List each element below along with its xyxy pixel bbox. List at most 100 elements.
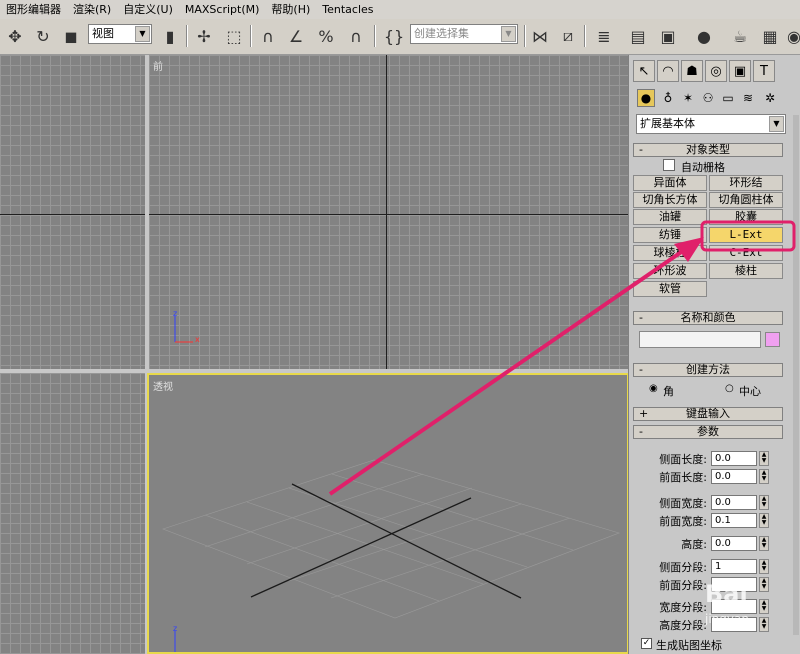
percent-snap-icon[interactable]: %	[314, 24, 338, 48]
display-tab-icon[interactable]: ▣	[729, 60, 751, 82]
spinner-icon[interactable]: ▲ ▼	[759, 617, 769, 632]
render-setup-icon[interactable]: ☕	[728, 24, 752, 48]
spinner-icon[interactable]: ▲ ▼	[759, 513, 769, 528]
axis-tripod-icon: z	[173, 625, 177, 653]
layer-manager-icon[interactable]: ≣	[592, 24, 616, 48]
main-toolbar: ✥ ↻ ◼ 视图 ▼ ▮ ✢ ⬚ ∩ ∠ % ∩ {} 创建选择集 ▼ ⋈ ⧄ …	[0, 19, 800, 55]
oiltank-button[interactable]: 油罐	[633, 209, 707, 225]
spinner-snap-icon[interactable]: ∩	[344, 24, 368, 48]
panel-scrollbar[interactable]	[793, 115, 799, 635]
hierarchy-tab-icon[interactable]: ☗	[681, 60, 703, 82]
c-ext-button[interactable]: C-Ext	[709, 245, 783, 261]
named-selection-set-input[interactable]: 创建选择集 ▼	[410, 24, 518, 44]
cameras-icon[interactable]: ⚇	[699, 89, 717, 107]
curve-editor-icon[interactable]: ▤	[626, 24, 650, 48]
front-width-input[interactable]: 0.1	[711, 513, 757, 528]
collapse-icon: -	[639, 363, 643, 376]
spinner-icon[interactable]: ▲ ▼	[759, 536, 769, 551]
systems-icon[interactable]: ✲	[761, 89, 779, 107]
named-selection-placeholder: 创建选择集	[414, 27, 469, 40]
toolbar-divider	[186, 25, 188, 47]
lights-icon[interactable]: ✶	[679, 89, 697, 107]
gen-mapping-checkbox[interactable]: ✓	[641, 638, 652, 649]
rollout-title: 对象类型	[686, 143, 730, 156]
radio-corner-label: 角	[663, 385, 674, 398]
spinner-icon[interactable]: ▲ ▼	[759, 577, 769, 592]
rollout-title: 参数	[697, 425, 719, 438]
modify-tab-icon[interactable]: ◠	[657, 60, 679, 82]
rotate-icon[interactable]: ↻	[31, 24, 55, 48]
rollout-parameters[interactable]: - 参数	[633, 425, 783, 439]
move-icon[interactable]: ✥	[3, 24, 27, 48]
spinner-icon[interactable]: ▲ ▼	[759, 451, 769, 466]
spinner-icon[interactable]: ▲ ▼	[759, 495, 769, 510]
create-tab-icon[interactable]: ↖	[633, 60, 655, 82]
side-length-input[interactable]: 0.0	[711, 451, 757, 466]
collapse-icon: -	[639, 143, 643, 156]
rollout-object-type[interactable]: - 对象类型	[633, 143, 783, 157]
snap-toggle-icon[interactable]: ∩	[256, 24, 280, 48]
height-input[interactable]: 0.0	[711, 536, 757, 551]
menu-customize[interactable]: 自定义(U)	[117, 0, 179, 19]
rollout-keyboard-entry[interactable]: + 键盘输入	[633, 407, 783, 421]
ringwave-button[interactable]: 环形波	[633, 263, 707, 279]
schematic-view-icon[interactable]: ▣	[656, 24, 680, 48]
menu-graph-editors[interactable]: 图形编辑器	[0, 0, 67, 19]
align-icon[interactable]: ⧄	[556, 24, 580, 48]
collapse-icon: -	[639, 311, 643, 324]
shapes-icon[interactable]: ♁	[659, 89, 677, 107]
spacewarps-icon[interactable]: ≋	[739, 89, 757, 107]
menu-tentacles[interactable]: Tentacles	[316, 0, 379, 19]
angle-snap-icon[interactable]: ∠	[284, 24, 308, 48]
rollout-name-color[interactable]: - 名称和颜色	[633, 311, 783, 325]
pivot-icon[interactable]: ▮	[158, 24, 182, 48]
object-color-swatch[interactable]	[765, 332, 780, 347]
viewport-perspective[interactable]: 透视 z	[149, 375, 628, 654]
mirror-icon[interactable]: ⋈	[528, 24, 552, 48]
quick-render-icon[interactable]: ◉	[782, 24, 800, 48]
viewport-left[interactable]	[0, 373, 145, 654]
geometry-icon[interactable]: ●	[637, 89, 655, 107]
command-panel: ↖ ◠ ☗ ◎ ▣ T ● ♁ ✶ ⚇ ▭ ≋ ✲ 扩展基本体 ▼ - 对象类型…	[628, 55, 800, 654]
prism-button[interactable]: 棱柱	[709, 263, 783, 279]
utilities-tab-icon[interactable]: T	[753, 60, 775, 82]
hose-button[interactable]: 软管	[633, 281, 707, 297]
chamfer-cyl-button[interactable]: 切角圆柱体	[709, 192, 783, 208]
rendered-frame-icon[interactable]: ▦	[758, 24, 782, 48]
menu-help[interactable]: 帮助(H)	[265, 0, 316, 19]
hedra-button[interactable]: 异面体	[633, 175, 707, 191]
torus-knot-button[interactable]: 环形结	[709, 175, 783, 191]
rollout-creation-method[interactable]: - 创建方法	[633, 363, 783, 377]
capsule-button[interactable]: 胶囊	[709, 209, 783, 225]
radio-center-icon[interactable]: ○	[725, 383, 734, 394]
select-and-manipulate-icon[interactable]: ✢	[192, 24, 216, 48]
spinner-icon[interactable]: ▲ ▼	[759, 559, 769, 574]
menu-bar: 图形编辑器 渲染(R) 自定义(U) MAXScript(M) 帮助(H) Te…	[0, 0, 800, 19]
radio-corner-icon[interactable]: ◉	[649, 383, 658, 394]
auto-grid-checkbox[interactable]	[663, 159, 675, 171]
side-width-input[interactable]: 0.0	[711, 495, 757, 510]
viewport-front[interactable]: 前 z x	[149, 55, 628, 369]
object-category-select[interactable]: 扩展基本体 ▼	[636, 114, 786, 134]
spindle-button[interactable]: 纺锤	[633, 227, 707, 243]
scale-icon[interactable]: ◼	[59, 24, 83, 48]
menu-maxscript[interactable]: MAXScript(M)	[179, 0, 266, 19]
menu-rendering[interactable]: 渲染(R)	[67, 0, 117, 19]
gengon-button[interactable]: 球棱柱	[633, 245, 707, 261]
keyboard-shortcut-icon[interactable]: ⬚	[222, 24, 246, 48]
material-editor-icon[interactable]: ●	[692, 24, 716, 48]
spinner-icon[interactable]: ▲ ▼	[759, 469, 769, 484]
reference-coord-select[interactable]: 视图 ▼	[88, 24, 152, 44]
object-name-input[interactable]	[639, 331, 761, 348]
rollout-title: 创建方法	[686, 363, 730, 376]
motion-tab-icon[interactable]: ◎	[705, 60, 727, 82]
side-segs-input[interactable]: 1	[711, 559, 757, 574]
viewport-top[interactable]	[0, 55, 145, 369]
l-ext-button[interactable]: L-Ext	[709, 227, 783, 243]
helpers-icon[interactable]: ▭	[719, 89, 737, 107]
edit-named-selection-icon[interactable]: {}	[382, 24, 406, 48]
chamfer-box-button[interactable]: 切角长方体	[633, 192, 707, 208]
toolbar-divider	[524, 25, 526, 47]
spinner-icon[interactable]: ▲ ▼	[759, 599, 769, 614]
front-length-input[interactable]: 0.0	[711, 469, 757, 484]
